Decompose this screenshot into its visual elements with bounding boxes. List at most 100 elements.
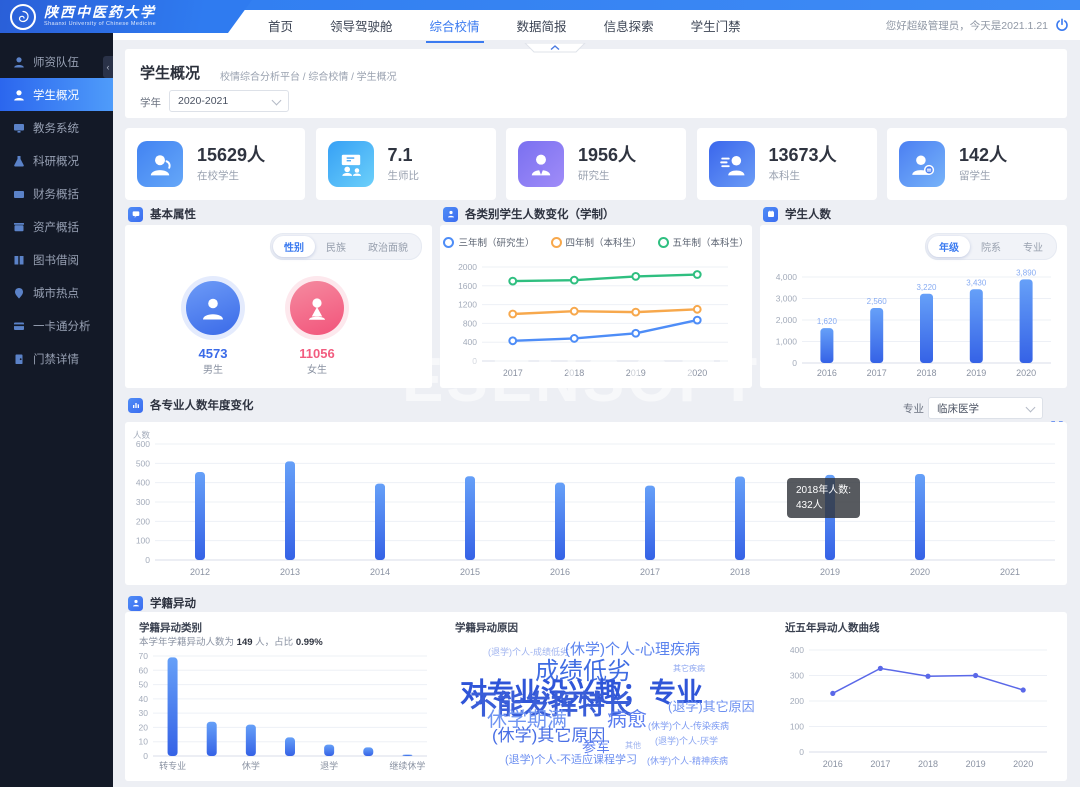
stat-label: 研究生 [578,168,636,183]
legend-marker-icon [443,237,454,248]
count-tabs: 年级院系专业 [925,233,1057,260]
basic-tab-2[interactable]: 政治面貌 [357,236,419,257]
count-bar-chart[interactable]: 01,0002,0003,0004,0002016201720182019202… [768,263,1059,386]
count-tab-0[interactable]: 年级 [928,236,970,257]
sidebar-item-9[interactable]: 门禁详情 [0,342,113,375]
sidebar-item-label: 一卡通分析 [33,318,91,334]
svg-text:2019: 2019 [626,368,646,378]
legend-item-1[interactable]: 四年制（本科生） [551,235,642,249]
programs-section-title: 各类别学生人数变化（学制） [465,206,615,222]
nav-collapse-handle[interactable] [524,40,586,58]
change-section-title: 学籍异动 [150,595,196,611]
wordcloud-word-6: (退学)其它原因 [668,700,755,713]
svg-text:休学: 休学 [242,760,260,771]
nav-item-2[interactable]: 综合校情 [430,16,480,35]
svg-text:3,220: 3,220 [916,283,937,292]
sidebar-item-6[interactable]: 图书借阅 [0,243,113,276]
sidebar-item-4[interactable]: 财务概括 [0,177,113,210]
sidebar-item-3[interactable]: 科研概况 [0,144,113,177]
programs-legend: 三年制（研究生）四年制（本科生）五年制（本科生） [450,235,742,249]
count-tab-2[interactable]: 专业 [1012,236,1054,257]
stat-card-0: 15629人在校学生 [125,128,305,200]
section-change-header: 学籍异动 [128,595,196,611]
svg-text:2020: 2020 [1016,368,1036,378]
legend-item-0[interactable]: 三年制（研究生） [443,235,534,249]
person-icon [13,89,25,101]
wordcloud-word-11: (退学)个人-厌学 [655,737,718,746]
stat-label: 生师比 [388,168,420,183]
card-icon [13,320,25,332]
sidebar-item-7[interactable]: 城市热点 [0,276,113,309]
stat-value: 13673人 [769,145,837,166]
international-icon [899,141,945,187]
svg-text:2017: 2017 [640,567,660,577]
sidebar-item-label: 师资队伍 [33,54,79,70]
svg-text:2016: 2016 [817,368,837,378]
wallet-icon [13,188,25,200]
basic-tabs: 性别民族政治面貌 [270,233,422,260]
stat-label: 本科生 [769,168,837,183]
change-types-title: 学籍异动类别 [139,620,202,635]
change-trend-line-chart[interactable]: 010020030040020162017201820192020 [783,640,1059,777]
nav-item-3[interactable]: 数据简报 [517,16,567,35]
nav-item-5[interactable]: 学生门禁 [691,16,741,35]
sidebar-item-label: 城市热点 [33,285,79,301]
logout-power-icon[interactable] [1055,18,1069,37]
major-section-icon [128,398,143,413]
change-types-bar-chart[interactable]: 010203040506070转专业休学退学继续休学 [131,648,435,779]
sidebar-item-8[interactable]: 一卡通分析 [0,309,113,342]
count-section-title: 学生人数 [785,206,831,222]
tooltip-line1: 2018年人数: [796,483,851,498]
basic-tab-1[interactable]: 民族 [315,236,357,257]
major-section-title: 各专业人数年度变化 [150,397,254,413]
sidebar-item-1[interactable]: 学生概况 [0,78,113,111]
legend-item-2[interactable]: 五年制（本科生） [658,235,749,249]
programs-panel: 三年制（研究生）四年制（本科生）五年制（本科生） 040080012001600… [440,225,752,388]
sidebar-item-label: 财务概括 [33,186,79,202]
university-name: 陕西中医药大学 [44,6,156,21]
change-reasons-wordcloud[interactable]: (退学)个人-成绩低劣(休学)个人-心理疾病其它疾病成绩低劣对专业没兴趣；专业不… [455,634,777,778]
major-select-label: 专业 [903,401,924,416]
legend-marker-icon [658,237,669,248]
svg-text:2018: 2018 [918,759,938,769]
ratio-icon [328,141,374,187]
basic-section-icon [128,207,143,222]
major-select-value: 临床医学 [937,401,979,416]
nav-item-1[interactable]: 领导驾驶舱 [330,16,393,35]
flask-icon [13,155,25,167]
wordcloud-word-12: 参军 [582,740,610,754]
svg-text:4,000: 4,000 [776,272,798,282]
svg-text:400: 400 [790,645,804,655]
count-tab-1[interactable]: 院系 [970,236,1012,257]
svg-text:继续休学: 继续休学 [389,760,425,771]
wordcloud-word-2: 其它疾病 [673,665,705,673]
year-select[interactable]: 2020-2021 [169,90,289,112]
programs-line-chart[interactable]: 04008001200160020002017201820192020 [450,259,742,386]
sidebar-item-label: 教务系统 [33,120,79,136]
graduate-icon [518,141,564,187]
major-select[interactable]: 临床医学 [928,397,1043,419]
male-label: 男生 [168,361,258,376]
sidebar-item-0[interactable]: 师资队伍 [0,45,113,78]
nav-item-4[interactable]: 信息探索 [604,16,654,35]
svg-text:1,000: 1,000 [776,337,798,347]
page-header-card: 学生概况 校情综合分析平台 / 综合校情 / 学生概况 学年 2020-2021 [125,49,1067,118]
sidebar-item-2[interactable]: 教务系统 [0,111,113,144]
chart-tooltip: 2018年人数: 432人 [787,478,860,518]
section-programs-header: 各类别学生人数变化（学制） [443,206,615,222]
basic-tab-0[interactable]: 性别 [273,236,315,257]
major-bar-chart[interactable]: 0100200300400500600人数2012201320142015201… [125,428,1067,585]
change-reasons-title: 学籍异动原因 [455,620,518,635]
sidebar-item-5[interactable]: 资产概括 [0,210,113,243]
basic-panel: 性别民族政治面貌 4573 男生 11056 女生 [125,225,432,388]
female-avatar-icon [290,281,344,335]
nav-item-0[interactable]: 首页 [268,16,293,35]
svg-text:2019: 2019 [820,567,840,577]
change-trend-title: 近五年异动人数曲线 [785,620,880,635]
svg-text:0: 0 [472,356,477,366]
svg-text:10: 10 [139,737,149,747]
svg-text:0: 0 [145,555,150,565]
wordcloud-word-0: (退学)个人-成绩低劣 [488,648,569,657]
wordcloud-word-15: (休学)个人-精神疾病 [647,757,728,766]
female-label: 女生 [272,361,362,376]
